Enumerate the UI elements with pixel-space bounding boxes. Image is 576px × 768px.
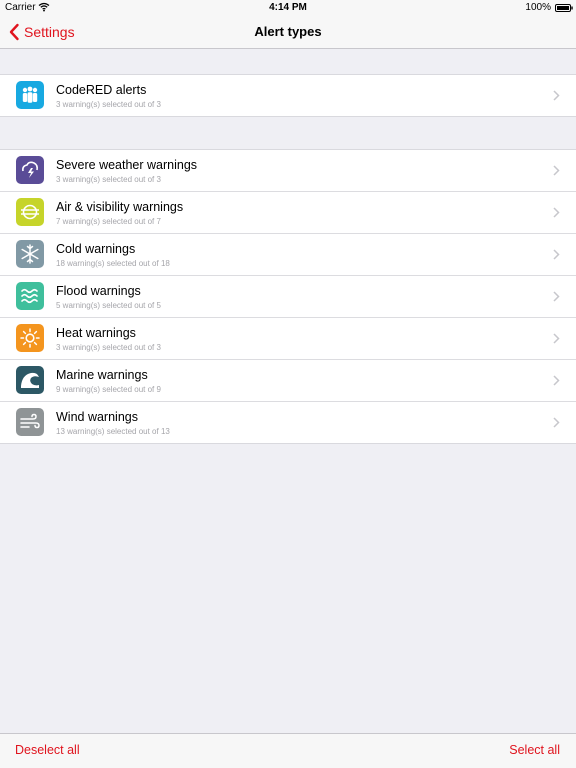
list-item-title: Air & visibility warnings: [56, 200, 184, 214]
list-item-title: Marine warnings: [56, 368, 148, 382]
list-item-subtitle: 3 warning(s) selected out of 3: [56, 175, 161, 184]
chevron-right-icon: [553, 90, 560, 101]
sun-icon: [16, 324, 44, 352]
list-item-marine[interactable]: Marine warnings 9 warning(s) selected ou…: [0, 360, 576, 402]
status-bar: Carrier 4:14 PM 100%: [0, 0, 576, 16]
list-item-subtitle: 9 warning(s) selected out of 9: [56, 385, 161, 394]
section-warnings: Severe weather warnings 3 warning(s) sel…: [0, 149, 576, 444]
snowflake-icon: [16, 240, 44, 268]
list-item-subtitle: 18 warning(s) selected out of 18: [56, 259, 170, 268]
list-item-flood[interactable]: Flood warnings 5 warning(s) selected out…: [0, 276, 576, 318]
list-item-air-visibility[interactable]: Air & visibility warnings 7 warning(s) s…: [0, 192, 576, 234]
list-item-heat[interactable]: Heat warnings 3 warning(s) selected out …: [0, 318, 576, 360]
list-item-title: Flood warnings: [56, 284, 141, 298]
list-item-subtitle: 3 warning(s) selected out of 3: [56, 343, 161, 352]
list-item-subtitle: 5 warning(s) selected out of 5: [56, 301, 161, 310]
status-time: 4:14 PM: [269, 2, 307, 13]
chevron-right-icon: [553, 291, 560, 302]
section-codered: CodeRED alerts 3 warning(s) selected out…: [0, 74, 576, 117]
air-quality-icon: [16, 198, 44, 226]
list-item-title: CodeRED alerts: [56, 83, 147, 97]
list-item-subtitle: 13 warning(s) selected out of 13: [56, 427, 170, 436]
list-item-title: Wind warnings: [56, 410, 138, 424]
storm-icon: [16, 156, 44, 184]
select-all-button[interactable]: Select all: [509, 743, 560, 757]
chevron-right-icon: [553, 165, 560, 176]
list-item-subtitle: 3 warning(s) selected out of 3: [56, 100, 161, 109]
chevron-right-icon: [553, 333, 560, 344]
people-icon: [16, 81, 44, 109]
list-item-title: Heat warnings: [56, 326, 136, 340]
battery-percentage: 100%: [525, 2, 551, 13]
list-item-subtitle: 7 warning(s) selected out of 7: [56, 217, 161, 226]
wave-icon: [16, 366, 44, 394]
page-title: Alert types: [254, 24, 322, 39]
battery-icon: [555, 4, 573, 12]
list-item-severe-weather[interactable]: Severe weather warnings 3 warning(s) sel…: [0, 150, 576, 192]
chevron-right-icon: [553, 417, 560, 428]
chevron-right-icon: [553, 249, 560, 260]
list-item-cold[interactable]: Cold warnings 18 warning(s) selected out…: [0, 234, 576, 276]
list-item-wind[interactable]: Wind warnings 13 warning(s) selected out…: [0, 402, 576, 443]
chevron-right-icon: [553, 207, 560, 218]
list-item-title: Severe weather warnings: [56, 158, 198, 172]
navigation-bar: Settings Alert types: [0, 16, 576, 49]
chevron-right-icon: [553, 375, 560, 386]
flood-icon: [16, 282, 44, 310]
list-item-codered-alerts[interactable]: CodeRED alerts 3 warning(s) selected out…: [0, 75, 576, 116]
list-item-title: Cold warnings: [56, 242, 136, 256]
wind-icon: [16, 408, 44, 436]
deselect-all-button[interactable]: Deselect all: [15, 743, 80, 757]
bottom-toolbar: Deselect all Select all: [0, 733, 576, 768]
